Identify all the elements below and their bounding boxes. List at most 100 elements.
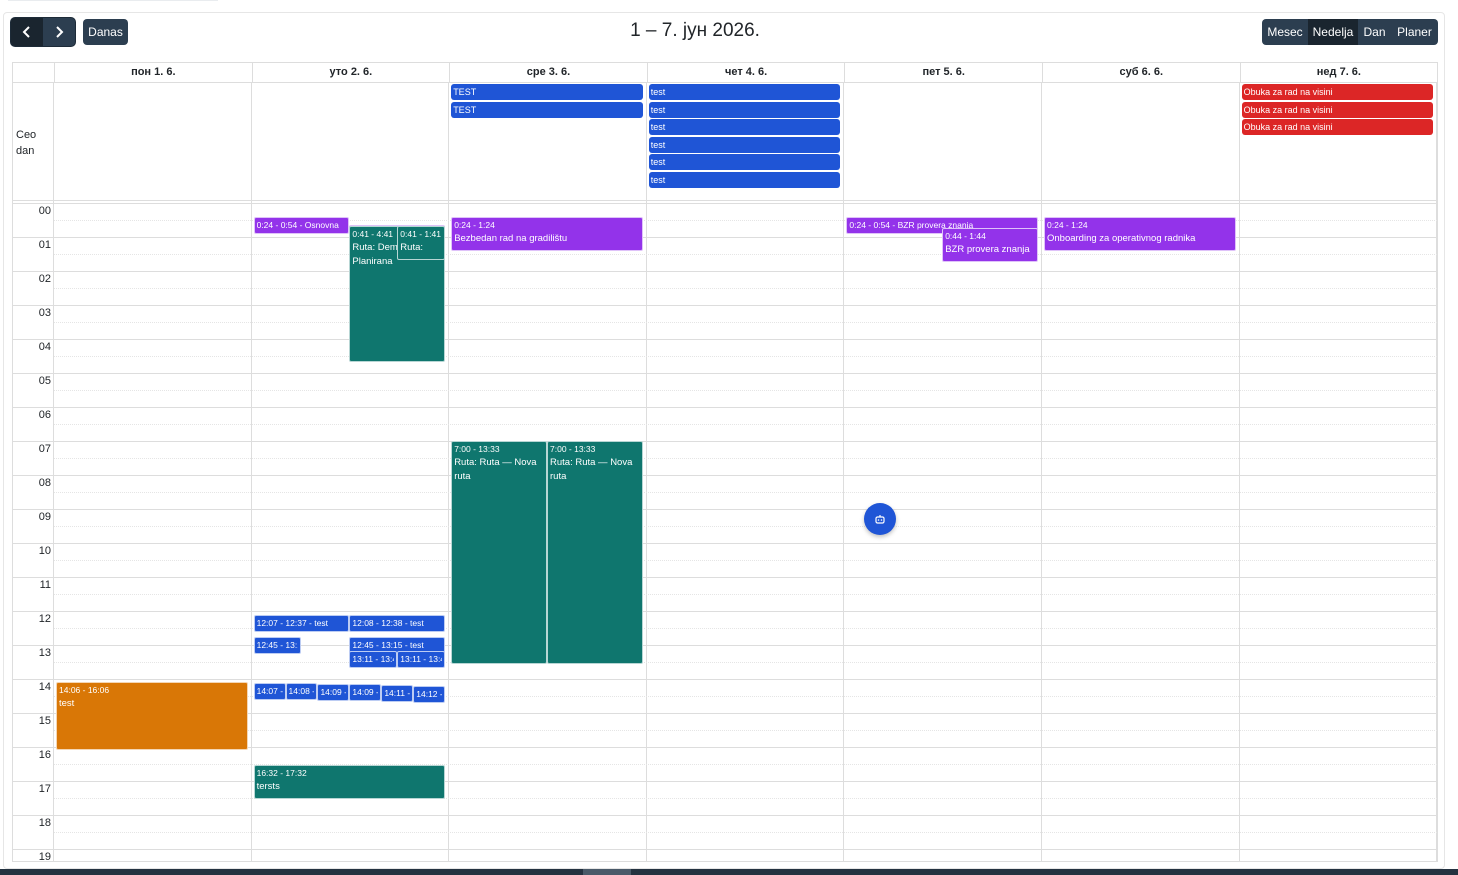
hour-line: [13, 271, 1437, 272]
event-time: 14:07 - 1: [256, 686, 283, 697]
prev-week-button[interactable]: [11, 18, 43, 46]
nav-button-group: [11, 18, 75, 46]
calendar-event[interactable]: 7:00 - 13:33 Ruta: Ruta — Nova ruta: [451, 441, 547, 664]
event-time: 0:44 - 1:44: [945, 230, 986, 241]
half-hour-line: [54, 526, 1437, 527]
hour-line: [13, 407, 1437, 408]
event-title: Bezbedan rad na gradilištu: [454, 232, 568, 244]
header-corner: [13, 63, 54, 83]
half-hour-line: [54, 458, 1437, 459]
half-hour-line: [54, 322, 1437, 323]
day-header[interactable]: нед 7. 6.: [1239, 63, 1437, 83]
calendar-event[interactable]: 14:06 - 16:06 test: [56, 682, 248, 751]
event-time: 13:11 - 13:41: [400, 654, 442, 665]
calendar-event[interactable]: 14:09 - 1: [349, 684, 382, 702]
hour-line: [13, 475, 1437, 476]
hour-label: 05: [38, 375, 51, 387]
calendar-event[interactable]: 0:24 - 0:54 - Osnovna: [253, 216, 350, 234]
day-header[interactable]: уто 2. 6.: [251, 63, 450, 83]
calendar-event[interactable]: 12:08 - 12:38 - test: [349, 615, 446, 633]
event-time: 14:08 - 1: [288, 686, 315, 697]
all-day-event[interactable]: Obuka za rad na visini: [1241, 101, 1434, 118]
view-dan-button[interactable]: Dan: [1358, 19, 1391, 45]
event-time: 14:09 - 1: [320, 687, 346, 698]
scrollbar-thumb[interactable]: [583, 869, 631, 875]
day-header[interactable]: пон 1. 6.: [54, 63, 252, 83]
today-button[interactable]: Danas: [83, 19, 128, 45]
event-time: 12:45 - 13:15 - test: [352, 639, 424, 650]
calendar-event[interactable]: 0:24 - 1:24 Bezbedan rad na gradilištu: [451, 216, 643, 251]
all-day-event[interactable]: test: [648, 101, 841, 118]
hour-label: 19: [38, 851, 51, 862]
half-hour-line: [54, 254, 1437, 255]
calendar-event[interactable]: 14:12 - 1: [413, 685, 446, 703]
page-scroll-track[interactable]: [1443, 12, 1457, 869]
assistant-button[interactable]: [864, 503, 896, 535]
hour-label: 00: [38, 205, 51, 217]
half-hour-line: [54, 560, 1437, 561]
all-day-divider: [13, 200, 1437, 201]
calendar-event[interactable]: 13:11 - 13:41: [397, 651, 446, 669]
horizontal-scrollbar[interactable]: [0, 869, 1458, 875]
day-column-line: [1238, 83, 1240, 861]
all-day-event[interactable]: TEST: [451, 84, 643, 100]
day-header[interactable]: сре 3. 6.: [449, 63, 647, 83]
half-hour-line: [54, 288, 1437, 289]
calendar-event[interactable]: 0:24 - 1:24 Onboarding za operativnog rad…: [1044, 216, 1236, 251]
all-day-label: Ceo dan: [16, 129, 37, 157]
all-day-event[interactable]: test: [648, 84, 841, 100]
calendar-event[interactable]: 14:08 - 1: [285, 683, 318, 701]
event-time: 14:09 - 1: [352, 687, 378, 698]
event-title: Ruta: Ruta — Nova ruta: [454, 457, 537, 482]
top-divider: [8, 0, 218, 1]
day-column-line: [1436, 83, 1437, 861]
hour-label: 12: [38, 613, 51, 625]
hour-label: 03: [38, 307, 51, 319]
calendar-event[interactable]: 14:11 - 1: [381, 685, 414, 703]
event-time: 12:45 - 13:15: [256, 639, 299, 650]
calendar-event[interactable]: 0:41 - 1:41 Ruta:: [397, 226, 446, 261]
calendar-event[interactable]: 13:11 - 13:41: [349, 651, 398, 669]
calendar-event[interactable]: 12:07 - 12:37 - test: [253, 615, 350, 633]
calendar-event[interactable]: 16:32 - 17:32 tersts: [253, 765, 446, 800]
day-header[interactable]: суб 6. 6.: [1042, 63, 1240, 83]
calendar-event[interactable]: 7:00 - 13:33 Ruta: Ruta — Nova ruta: [547, 441, 643, 664]
robot-icon: [875, 515, 885, 524]
week-grid: пон 1. 6. уто 2. 6. сре 3. 6. чет 4. 6. пет …: [12, 62, 1438, 862]
half-hour-line: [54, 662, 1437, 663]
view-switcher: Mesec Nedelja Dan Planer: [1262, 19, 1438, 45]
event-time: 0:24 - 0:54 - Osnovna: [256, 219, 339, 230]
event-title: test: [59, 698, 75, 710]
all-day-event[interactable]: TEST: [451, 101, 643, 118]
day-header[interactable]: чет 4. 6.: [646, 63, 845, 83]
calendar-event[interactable]: 14:07 - 1: [253, 683, 286, 701]
hour-label: 15: [38, 715, 51, 727]
hour-line: [13, 679, 1437, 680]
view-nedelja-button[interactable]: Nedelja: [1308, 19, 1358, 45]
all-day-event[interactable]: test: [648, 136, 841, 153]
next-week-button[interactable]: [43, 18, 75, 46]
view-planer-button[interactable]: Planer: [1391, 19, 1438, 45]
all-day-event[interactable]: Obuka za rad na visini: [1241, 84, 1434, 100]
view-mesec-button[interactable]: Mesec: [1262, 19, 1308, 45]
hour-line: [13, 849, 1437, 850]
all-day-divider: [13, 203, 1437, 204]
hour-label: 04: [38, 341, 51, 353]
calendar-event[interactable]: 0:44 - 1:44 BZR provera znanja: [942, 227, 1038, 262]
all-day-event[interactable]: test: [648, 172, 841, 188]
hour-label: 02: [38, 273, 51, 285]
all-day-event[interactable]: test: [648, 119, 841, 136]
event-title: Onboarding za operativnog radnika: [1047, 232, 1196, 244]
all-day-event[interactable]: Obuka za rad na visini: [1241, 119, 1434, 136]
hour-line: [13, 645, 1437, 646]
calendar-event[interactable]: 14:09 - 1: [317, 684, 350, 702]
day-column-line: [448, 83, 450, 861]
all-day-event[interactable]: test: [648, 154, 841, 171]
half-hour-line: [54, 356, 1437, 357]
hour-line: [13, 543, 1437, 544]
day-header[interactable]: пет 5. 6.: [844, 63, 1042, 83]
calendar-event[interactable]: 12:45 - 13:15: [253, 636, 302, 654]
hour-label: 10: [38, 545, 51, 557]
hour-label: 08: [38, 477, 51, 489]
hour-label: 14: [38, 681, 51, 693]
